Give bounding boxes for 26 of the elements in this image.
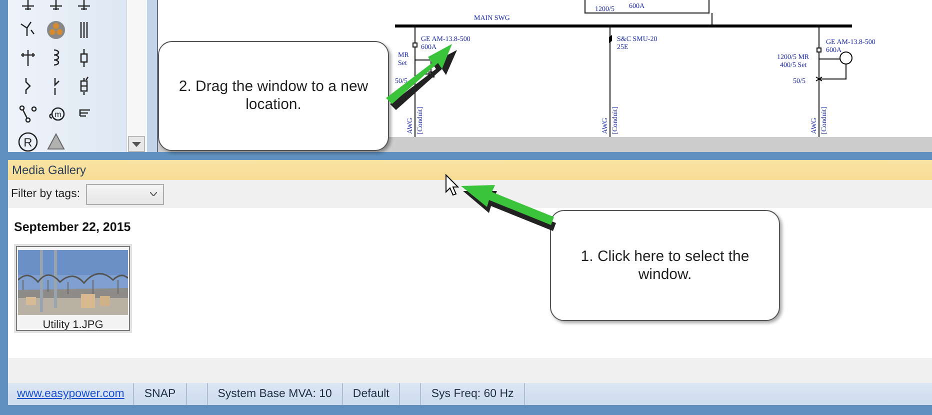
file-name: Utility 1.JPG xyxy=(42,319,104,331)
status-text: SNAP xyxy=(144,388,176,400)
website-link[interactable]: www.easypower.com xyxy=(17,388,124,400)
media-thumbnail[interactable]: Utility 1.JPG xyxy=(14,244,132,333)
status-text: Default xyxy=(352,388,390,400)
status-text: System Base MVA: 10 xyxy=(218,388,332,400)
panel-title[interactable]: Media Gallery xyxy=(8,160,932,180)
pole-icon[interactable] xyxy=(18,48,38,68)
relay-drawing xyxy=(816,52,852,82)
triangle-icon[interactable] xyxy=(46,132,66,152)
callout-tooltip: 2. Drag the window to a new location. xyxy=(158,41,389,151)
mouse-cursor-icon xyxy=(446,174,460,196)
caret-icon xyxy=(132,142,141,146)
breaker-icon xyxy=(816,48,822,52)
nodes-icon[interactable] xyxy=(18,104,38,124)
utility-icon[interactable]: R xyxy=(18,132,38,152)
filter-label: Filter by tags: xyxy=(11,188,80,200)
switch-icon xyxy=(609,35,612,43)
scroll-down-button[interactable] xyxy=(128,136,145,152)
breaker-icon xyxy=(412,42,418,48)
status-text: Sys Freq: 60 Hz xyxy=(431,388,514,400)
scrollbar[interactable] xyxy=(126,0,147,152)
chevron-icon xyxy=(150,192,158,196)
callout-tooltip: 1. Click here to select the window. xyxy=(550,210,780,321)
date-heading: September 22, 2015 xyxy=(14,220,132,234)
cable-icon[interactable] xyxy=(46,20,66,40)
